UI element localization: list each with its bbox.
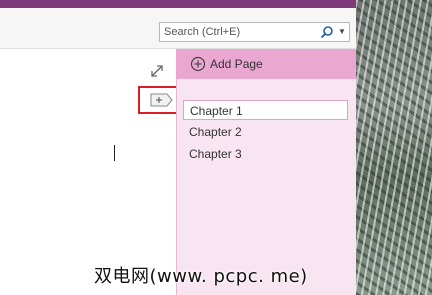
- add-page-button[interactable]: Add Page: [176, 49, 356, 79]
- add-page-label: Add Page: [210, 57, 263, 71]
- page-pane: [176, 49, 356, 295]
- new-section-icon: [150, 93, 173, 107]
- page-item-chapter-3[interactable]: Chapter 3: [183, 144, 348, 164]
- text-cursor: [114, 145, 115, 161]
- search-icon[interactable]: [320, 25, 334, 39]
- watermark-text: 双电网(www. pcpc. me): [94, 266, 308, 287]
- title-strip: [0, 0, 356, 8]
- page-item-chapter-1[interactable]: Chapter 1: [183, 100, 348, 120]
- page-item-chapter-2[interactable]: Chapter 2: [183, 122, 348, 142]
- chevron-down-icon[interactable]: ▼: [338, 25, 346, 39]
- search-input[interactable]: Search (Ctrl+E) ▼: [159, 22, 350, 42]
- add-page-icon: [190, 56, 206, 72]
- desktop-wallpaper: [356, 0, 432, 295]
- expand-icon[interactable]: [150, 64, 164, 78]
- search-placeholder: Search (Ctrl+E): [164, 26, 241, 38]
- new-section-button[interactable]: [138, 86, 180, 114]
